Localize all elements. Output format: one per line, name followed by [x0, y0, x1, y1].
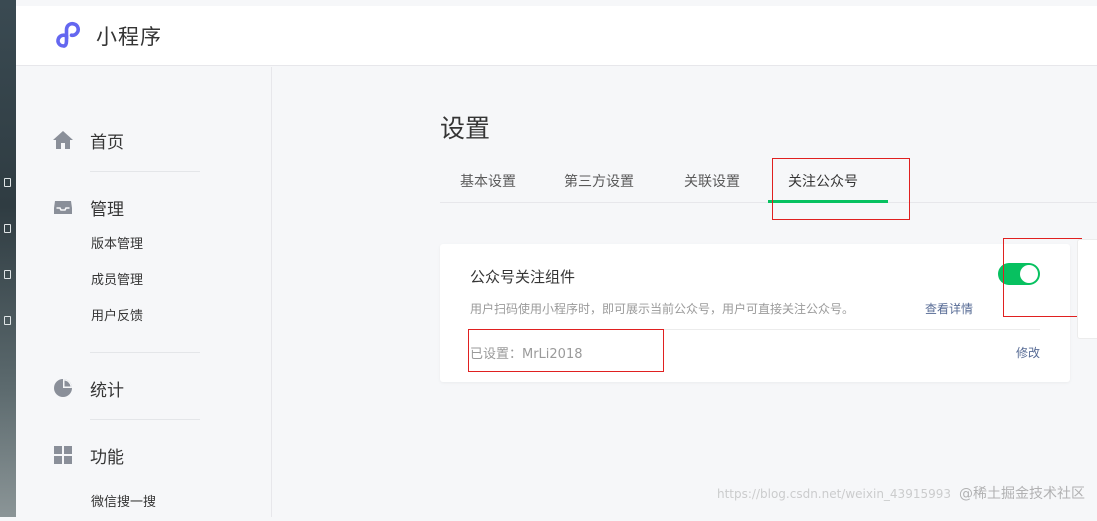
sidebar-group-manage: 管理 版本管理 成员管理 用户反馈: [52, 187, 200, 335]
side-panel-edge: [1077, 239, 1097, 339]
desktop-icon: [4, 224, 11, 233]
sidebar-divider: [90, 171, 200, 172]
card-title: 公众号关注组件: [470, 268, 576, 286]
page-title: 设置: [440, 114, 491, 143]
sidebar-item-home[interactable]: 首页: [52, 120, 200, 160]
card-description: 用户扫码使用小程序时，即可展示当前公众号，用户可直接关注公众号。: [470, 302, 855, 316]
sidebar-subitem-members[interactable]: 成员管理: [52, 263, 200, 299]
settings-tabs: 基本设置 第三方设置 关联设置 关注公众号: [440, 167, 1097, 203]
sidebar-item-label: 统计: [90, 380, 124, 401]
watermark: https://blog.csdn.net/weixin_43915993 @稀土…: [717, 483, 1085, 503]
sidebar-group-home[interactable]: 首页: [52, 120, 200, 160]
sidebar-item-label: 管理: [90, 199, 124, 220]
sidebar-item-label: 首页: [90, 132, 124, 153]
main-content: 设置 基本设置 第三方设置 关联设置 关注公众号 公众号关注组件 用户扫码使用小…: [272, 67, 1097, 517]
pie-chart-icon: [52, 377, 74, 399]
tab-third-party-settings[interactable]: 第三方设置: [564, 171, 634, 191]
highlight-box: [772, 158, 910, 220]
inbox-icon: [52, 196, 74, 218]
sidebar-item-manage[interactable]: 管理: [52, 187, 200, 227]
highlight-box: [1003, 238, 1082, 317]
sidebar: 首页 管理 版本管理 成员管理 用户反馈 统计 功能 微信搜一搜: [16, 67, 272, 517]
watermark-url: https://blog.csdn.net/weixin_43915993: [716, 487, 951, 501]
desktop-icon: [4, 178, 11, 187]
sidebar-group-stats[interactable]: 统计: [52, 368, 200, 408]
sidebar-subitem-feedback[interactable]: 用户反馈: [52, 299, 200, 335]
sidebar-divider: [90, 352, 200, 353]
sidebar-subitem-version[interactable]: 版本管理: [52, 227, 200, 263]
highlight-box: [468, 329, 664, 372]
top-bar: 小程序: [16, 6, 1097, 66]
home-icon: [52, 129, 74, 151]
view-details-link[interactable]: 查看详情: [925, 300, 973, 317]
tab-basic-settings[interactable]: 基本设置: [460, 171, 516, 191]
sidebar-subitem-wechat-search[interactable]: 微信搜一搜: [52, 485, 200, 521]
app-window: 小程序 首页 管理 版本管理 成员管理 用户反馈 统计 功能 微信搜一搜 设置 …: [16, 0, 1097, 517]
sidebar-divider: [90, 419, 200, 420]
sidebar-group-features: 功能 微信搜一搜: [52, 435, 200, 521]
edit-link[interactable]: 修改: [1016, 344, 1040, 361]
brand-name[interactable]: 小程序: [96, 21, 162, 51]
watermark-text: @稀土掘金技术社区: [959, 486, 1085, 502]
tab-linked-settings[interactable]: 关联设置: [684, 171, 740, 191]
desktop-edge: [0, 0, 16, 517]
desktop-icon: [4, 316, 11, 325]
miniprogram-logo-icon[interactable]: [54, 20, 86, 52]
sidebar-item-stats[interactable]: 统计: [52, 368, 200, 408]
grid-icon: [52, 444, 74, 466]
desktop-icon: [4, 270, 11, 279]
sidebar-item-features[interactable]: 功能: [52, 435, 200, 475]
sidebar-item-label: 功能: [90, 447, 124, 468]
